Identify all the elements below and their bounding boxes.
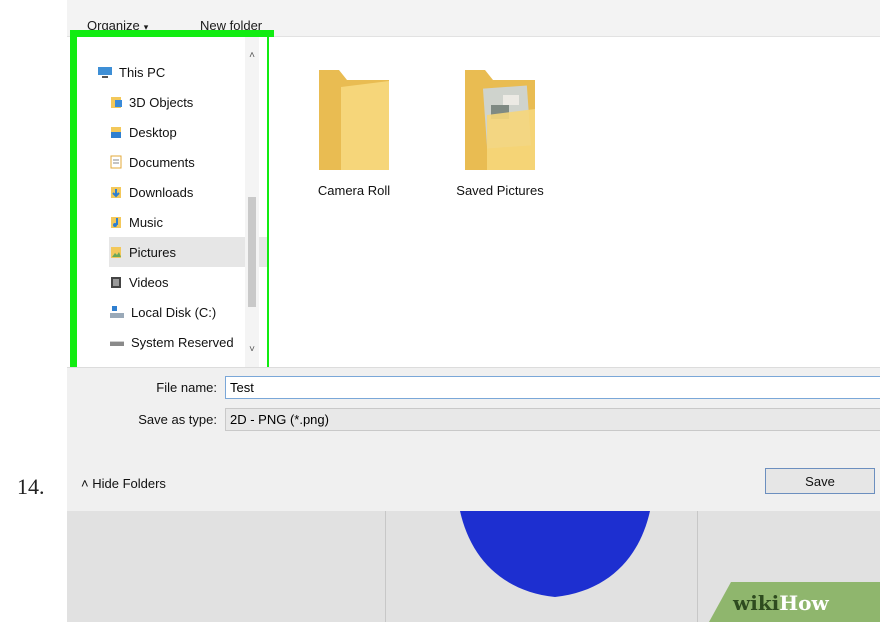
canvas-divider — [697, 511, 698, 622]
save-form: File name: Test Save as type: 2D - PNG (… — [67, 367, 880, 512]
folder-with-picture-icon — [465, 70, 535, 170]
nav-pane-highlight — [70, 30, 274, 376]
folder-label: Camera Roll — [317, 183, 391, 198]
save-as-type-label: Save as type: — [138, 412, 217, 427]
folder-icon — [319, 70, 389, 170]
hide-folders-label: Hide Folders — [92, 476, 166, 491]
folder-label: Saved Pictures — [456, 183, 544, 198]
save-button[interactable]: Save — [765, 468, 875, 494]
file-name-label: File name: — [156, 380, 217, 395]
file-name-input[interactable]: Test — [225, 376, 880, 399]
step-number: 14. — [17, 474, 45, 499]
save-dialog-screenshot: Organize ▾ New folder This PC 3D Objects … — [67, 0, 880, 622]
folder-saved-pictures[interactable]: Saved Pictures — [445, 65, 555, 205]
chevron-up-icon: ˄ — [81, 476, 89, 491]
wikihow-watermark: wikiHow — [709, 582, 880, 622]
folder-view: Camera Roll Saved Pictures — [269, 37, 880, 367]
blue-circle-shape — [460, 511, 650, 597]
hide-folders-button[interactable]: ˄ Hide Folders — [81, 476, 166, 491]
folder-camera-roll[interactable]: Camera Roll — [299, 65, 409, 205]
save-as-type-select[interactable]: 2D - PNG (*.png) — [225, 408, 880, 431]
canvas-divider — [385, 511, 386, 622]
wikihow-logo-text: wikiHow — [733, 591, 829, 615]
